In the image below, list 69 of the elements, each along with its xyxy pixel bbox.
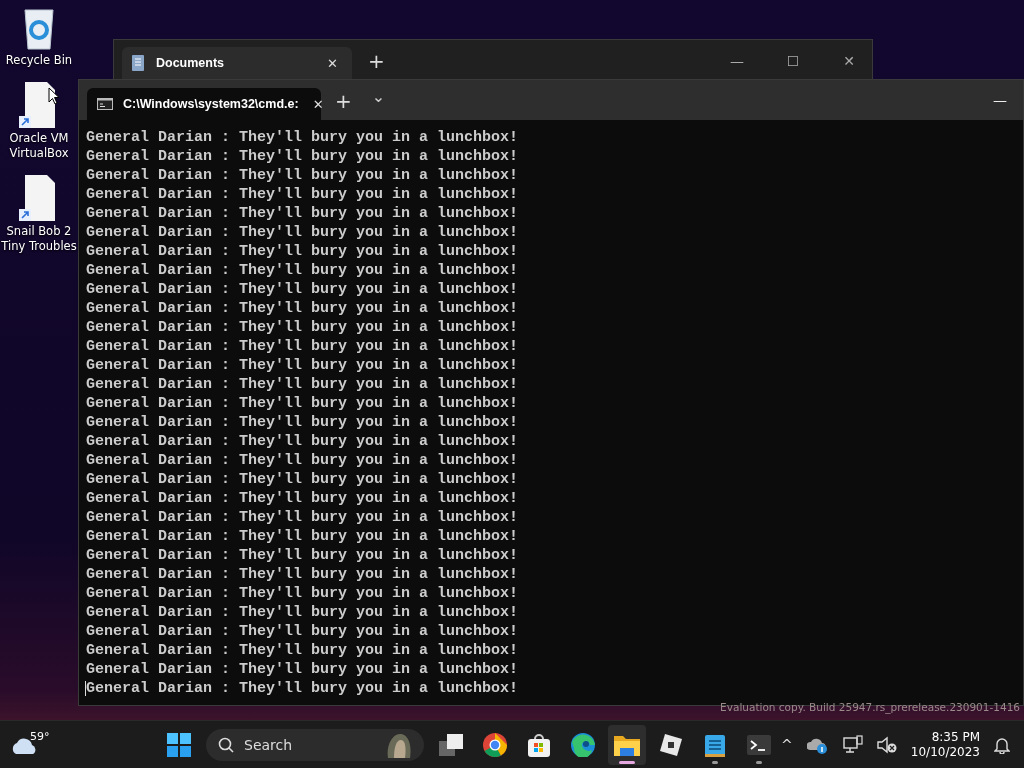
console-line: General Darian : They'll bury you in a lunchbox!: [86, 319, 519, 336]
console-line: General Darian : They'll bury you in a lunchbox!: [86, 661, 519, 678]
console-line: General Darian : They'll bury you in a lunchbox!: [86, 129, 519, 146]
muted-speaker-icon[interactable]: [876, 735, 897, 754]
console-line: General Darian : They'll bury you in a lunchbox!: [86, 566, 519, 583]
command-prompt-icon: [97, 98, 113, 110]
dropdown-button[interactable]: ⌄: [365, 86, 392, 114]
console-line: General Darian : They'll bury you in a lunchbox!: [86, 148, 519, 165]
chrome-icon: [483, 732, 507, 757]
clock-date[interactable]: 10/10/2023: [910, 744, 980, 760]
tab-title: Documents: [156, 56, 226, 70]
folder-icon: [614, 733, 640, 756]
console-line: General Darian : They'll bury you in a lunchbox!: [86, 243, 519, 260]
console-line: General Darian : They'll bury you in a lunchbox!: [86, 395, 519, 412]
console-line: General Darian : They'll bury you in a lunchbox!: [86, 281, 519, 298]
mouse-pointer-icon: [48, 87, 60, 105]
console-line: General Darian : They'll bury you in a lunchbox!: [86, 490, 519, 507]
minimize-button[interactable]: —: [977, 86, 1023, 114]
console-line: General Darian : They'll bury you in a lunchbox!: [86, 338, 519, 355]
new-tab-button[interactable]: +: [329, 89, 358, 113]
console-line: General Darian : They'll bury you in a lunchbox!: [86, 585, 519, 602]
search-field[interactable]: Search: [206, 728, 424, 761]
console-line: General Darian : They'll bury you in a lunchbox!: [86, 547, 519, 564]
window-control-button[interactable]: —: [714, 47, 760, 75]
task-view-icon: [439, 733, 463, 756]
notepad-icon: [705, 732, 725, 757]
network-icon[interactable]: [842, 734, 863, 755]
console-line: General Darian : They'll bury you in a lunchbox!: [86, 376, 519, 393]
build-info-text: Evaluation copy. Build 25947.rs_prerelease.230901-1416: [720, 701, 1020, 713]
console-line: General Darian : They'll bury you in a lunchbox!: [86, 414, 519, 431]
console-line: General Darian : They'll bury you in a lunchbox!: [86, 300, 519, 317]
console-line: General Darian : They'll bury you in a lunchbox!: [86, 433, 519, 450]
clock-time[interactable]: 8:35 PM: [931, 729, 980, 745]
console-line: General Darian : They'll bury you in a lunchbox!: [86, 205, 519, 222]
new-tab-button[interactable]: +: [362, 49, 391, 73]
console-line: General Darian : They'll bury you in a lunchbox!: [86, 680, 519, 697]
terminal-icon: [747, 734, 771, 755]
console-line: General Darian : They'll bury you in a lunchbox!: [86, 452, 519, 469]
console-line: General Darian : They'll bury you in a lunchbox!: [86, 262, 519, 279]
taskbar-app-button[interactable]: [608, 724, 646, 765]
window-control-button[interactable]: ☐: [770, 47, 816, 75]
close-tab-button[interactable]: ✕: [323, 55, 342, 71]
console-line: General Darian : They'll bury you in a lunchbox!: [86, 604, 519, 621]
window-tab[interactable]: C:\Windows\system32\cmd.e: ✕: [87, 88, 321, 120]
console-line: General Darian : They'll bury you in a lunchbox!: [86, 471, 519, 488]
desktop-icon-label[interactable]: Oracle VM VirtualBox: [1, 131, 77, 161]
notification-bell-icon[interactable]: [994, 735, 1010, 754]
search-icon: [218, 736, 234, 753]
console-line: General Darian : They'll bury you in a lunchbox!: [86, 357, 519, 374]
console-line: General Darian : They'll bury you in a lunchbox!: [86, 528, 519, 545]
tab-title: C:\Windows\system32\cmd.e:: [123, 97, 299, 111]
temperature-label: 59°: [30, 729, 50, 743]
console-line: General Darian : They'll bury you in a lunchbox!: [86, 623, 519, 640]
windows-logo-icon: [167, 732, 191, 757]
console-line: General Darian : They'll bury you in a lunchbox!: [86, 509, 519, 526]
console-line: General Darian : They'll bury you in a lunchbox!: [86, 224, 519, 241]
desktop-icon-label[interactable]: Recycle Bin: [1, 53, 77, 68]
document-icon: [132, 55, 144, 71]
window-control-button[interactable]: ✕: [826, 47, 872, 75]
desktop-icon-label[interactable]: Snail Bob 2 Tiny Troubles: [1, 224, 77, 254]
store-bag-icon: [528, 732, 550, 757]
recycle-bin-icon[interactable]: [22, 6, 56, 50]
show-hidden-icons-button[interactable]: ^: [781, 736, 793, 753]
text-cursor: [85, 681, 86, 696]
console-line: General Darian : They'll bury you in a lunchbox!: [86, 167, 519, 184]
edge-icon: [571, 732, 595, 757]
console-line: General Darian : They'll bury you in a lunchbox!: [86, 186, 519, 203]
console-line: General Darian : They'll bury you in a lunchbox!: [86, 642, 519, 659]
window-tab[interactable]: Documents ✕: [122, 47, 352, 79]
